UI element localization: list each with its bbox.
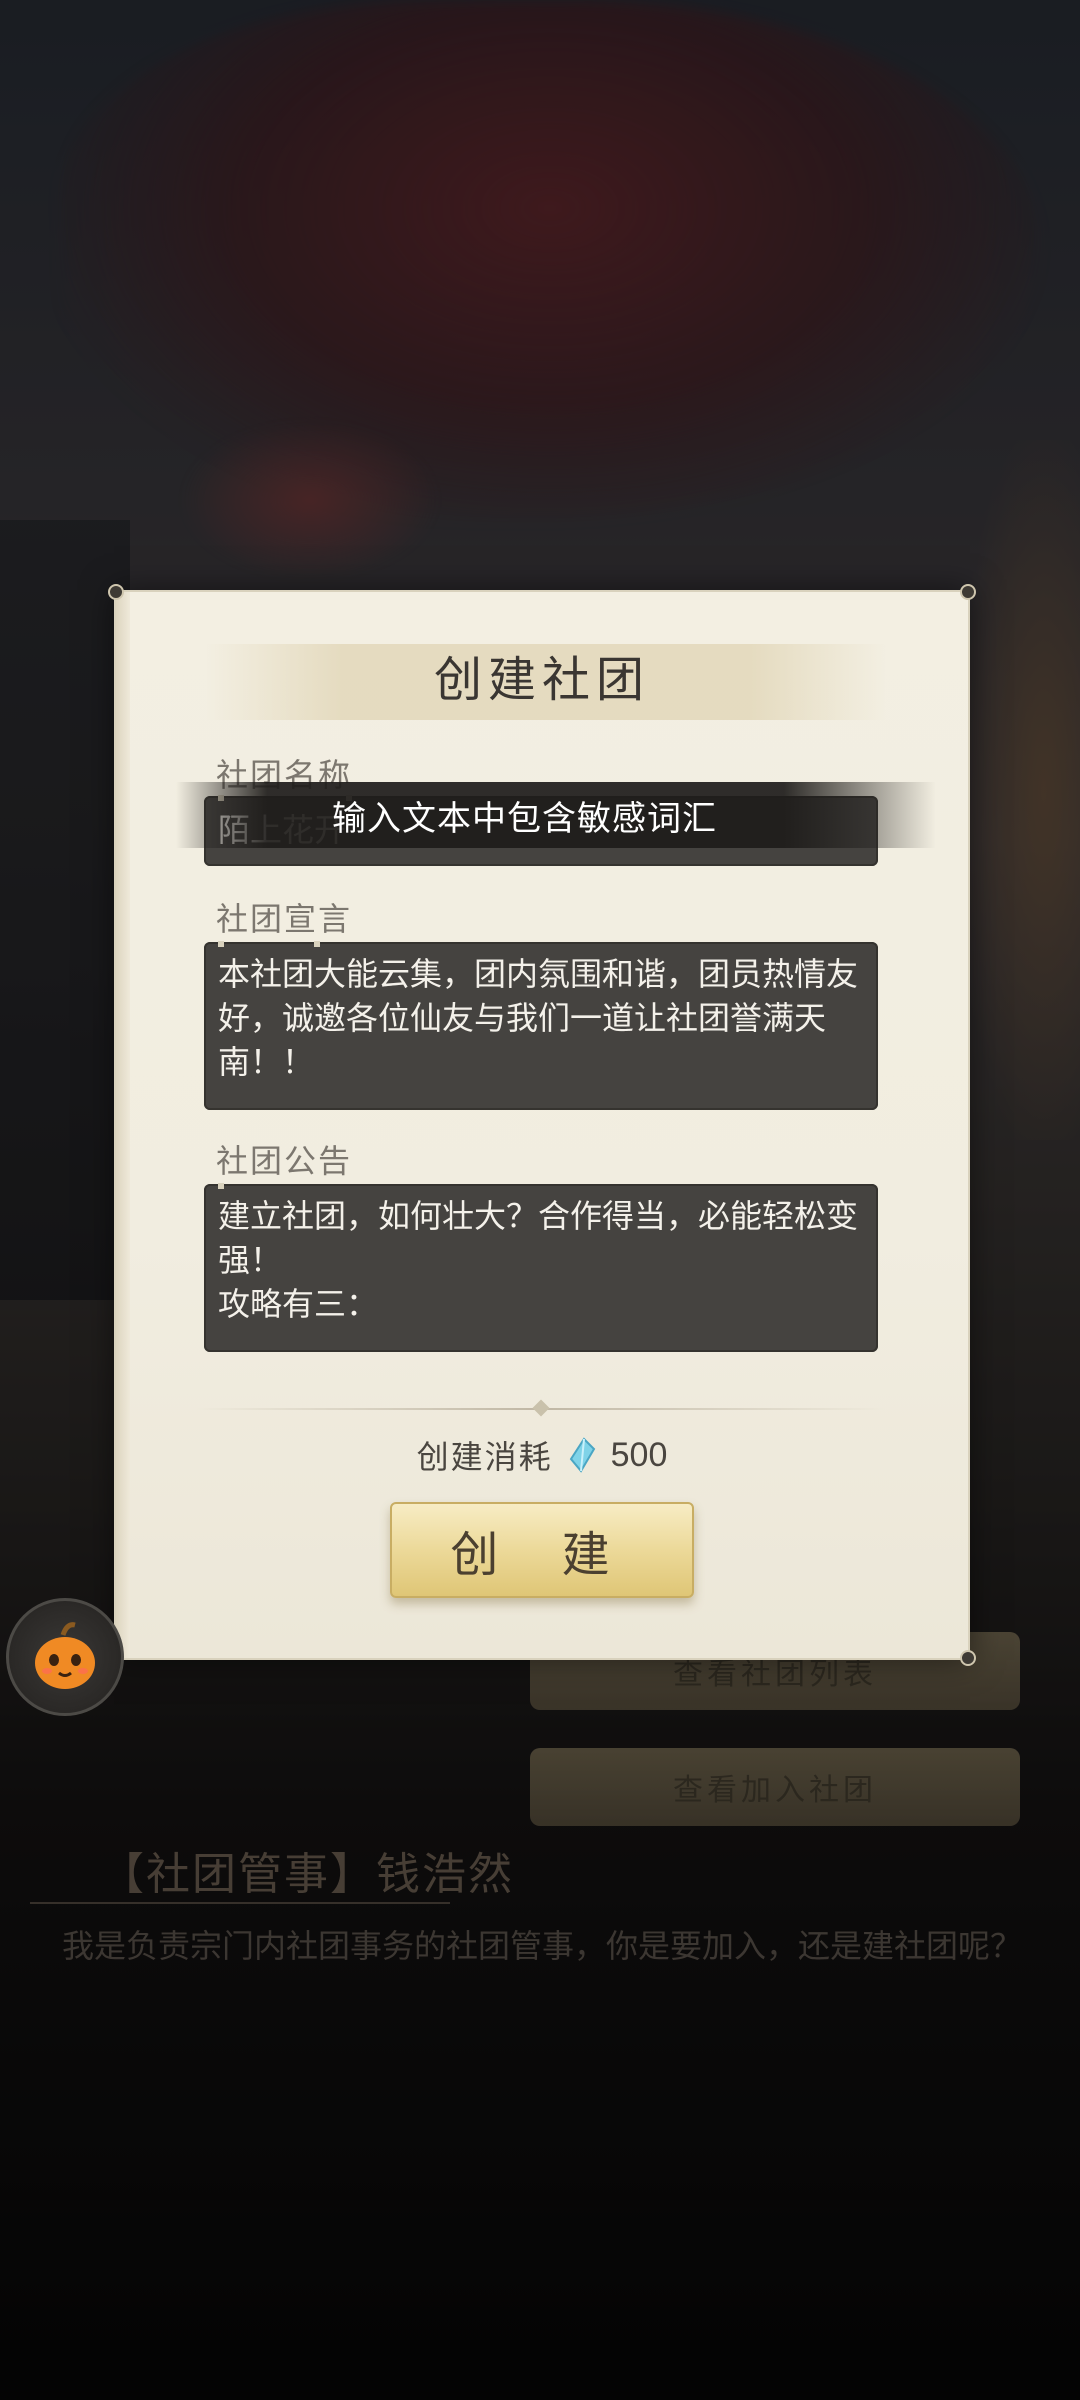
club-notice-input[interactable]: 建立社团，如何壮大？合作得当，必能轻松变强！ 攻略有三： [204,1183,878,1352]
npc-divider [30,1902,450,1904]
notice-line: 建立社团，如何壮大？合作得当，必能轻松变强！ [218,1197,859,1279]
create-club-dialog: 创建社团 社团名称 陌上花开 输入文本中包含敏感词汇 社团宣言 本社团大能云集，… [108,584,976,1666]
assistant-floating-button[interactable] [6,1598,124,1716]
notice-line: 攻略有三： [218,1285,379,1323]
npc-name: 【社团管事】钱浩然 [100,1849,514,1900]
background-button-joined-clubs: 查看加入社团 [530,1748,1020,1826]
toast-text: 输入文本中包含敏感词汇 [332,798,717,839]
divider-diamond [532,1399,550,1417]
club-declaration-input[interactable]: 本社团大能云集，团内氛围和谐，团员热情友好，诚邀各位仙友与我们一道让社团誉满天南… [204,941,878,1110]
sensitive-word-toast: 输入文本中包含敏感词汇 [176,782,936,848]
corner-ornament [960,1650,976,1666]
club-notice-label: 社团公告 [216,1142,353,1180]
corner-ornament [108,584,124,600]
spirit-stone-icon [567,1437,597,1473]
creation-cost: 创建消耗 500 [116,1432,968,1478]
cost-value: 500 [610,1435,668,1474]
npc-dialogue: 我是负责宗门内社团事务的社团管事，你是要加入，还是建社团呢？ [62,1927,1023,1965]
create-button[interactable]: 创 建 [390,1502,694,1598]
game-screen: 查看社团列表 查看加入社团 【社团管事】钱浩然 我是负责宗门内社团事务的社团管事… [0,0,1080,2400]
dialog-title: 创建社团 [433,652,650,708]
corner-ornament [960,584,976,600]
club-declaration-label: 社团宣言 [216,900,353,938]
pumpkin-mascot-icon [23,1613,107,1701]
cost-label: 创建消耗 [416,1438,553,1476]
